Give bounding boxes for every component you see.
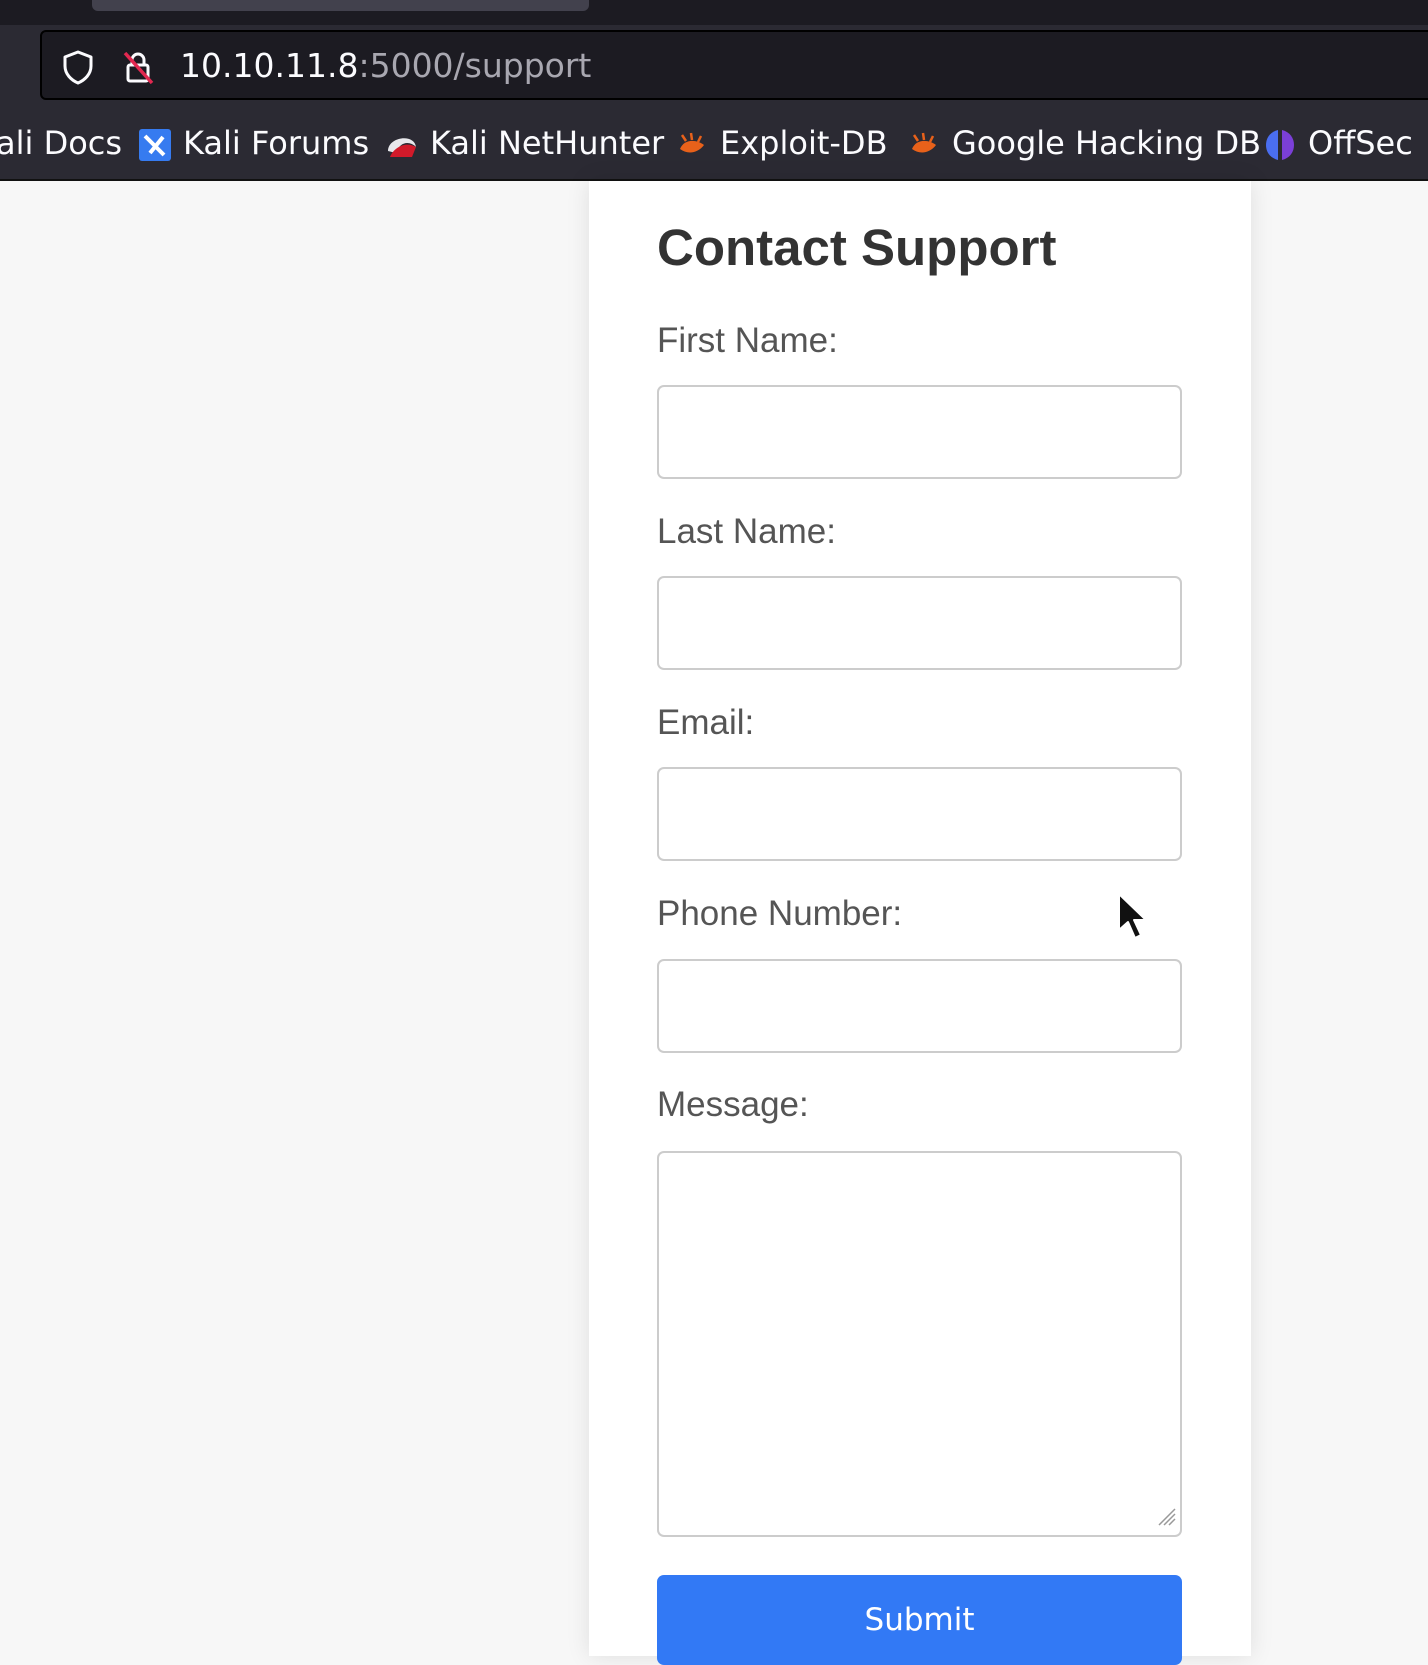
browser-tab[interactable] <box>92 0 589 11</box>
url-path: :5000/support <box>358 46 592 85</box>
resize-grip-icon[interactable] <box>1153 1503 1177 1527</box>
first-name-input[interactable] <box>657 385 1182 479</box>
email-label: Email: <box>657 703 755 742</box>
email-input[interactable] <box>657 767 1182 861</box>
tab-strip <box>0 0 1428 25</box>
message-label: Message: <box>657 1085 809 1124</box>
bookmarks-toolbar: ali Docs Kali Forums Kali NetHunter Expl… <box>0 105 1428 181</box>
support-form-card: Contact Support First Name: Last Name: E… <box>589 181 1251 1665</box>
url-host: 10.10.11.8 <box>180 46 359 85</box>
insecure-lock-icon[interactable] <box>120 49 156 85</box>
url-text[interactable]: 10.10.11.8:5000/support <box>180 46 591 86</box>
exploit-db-icon <box>912 132 936 153</box>
mouse-cursor-icon <box>1118 893 1147 939</box>
phone-number-input[interactable] <box>657 959 1182 1053</box>
bookmark-label: Kali NetHunter <box>430 124 665 162</box>
submit-button[interactable]: Submit <box>657 1575 1182 1665</box>
message-textarea[interactable] <box>657 1151 1182 1537</box>
bookmark-label: OffSec <box>1308 124 1413 162</box>
address-bar[interactable]: 10.10.11.8:5000/support <box>40 30 1428 100</box>
last-name-label: Last Name: <box>657 512 836 551</box>
bookmark-label: Exploit-DB <box>720 124 888 162</box>
first-name-label: First Name: <box>657 321 838 360</box>
bookmark-label: Kali Forums <box>183 124 370 162</box>
kali-forums-icon <box>139 129 171 161</box>
kali-nethunter-icon <box>388 138 416 157</box>
page-title: Contact Support <box>657 219 1057 276</box>
offsec-icon <box>1266 130 1294 160</box>
shield-icon[interactable] <box>60 49 96 85</box>
phone-number-label: Phone Number: <box>657 894 903 933</box>
exploit-db-icon <box>680 132 704 153</box>
bookmark-label: ali Docs <box>0 124 123 162</box>
navigation-toolbar: 10.10.11.8:5000/support <box>0 25 1428 105</box>
bookmark-label: Google Hacking DB <box>952 124 1262 162</box>
last-name-input[interactable] <box>657 576 1182 670</box>
